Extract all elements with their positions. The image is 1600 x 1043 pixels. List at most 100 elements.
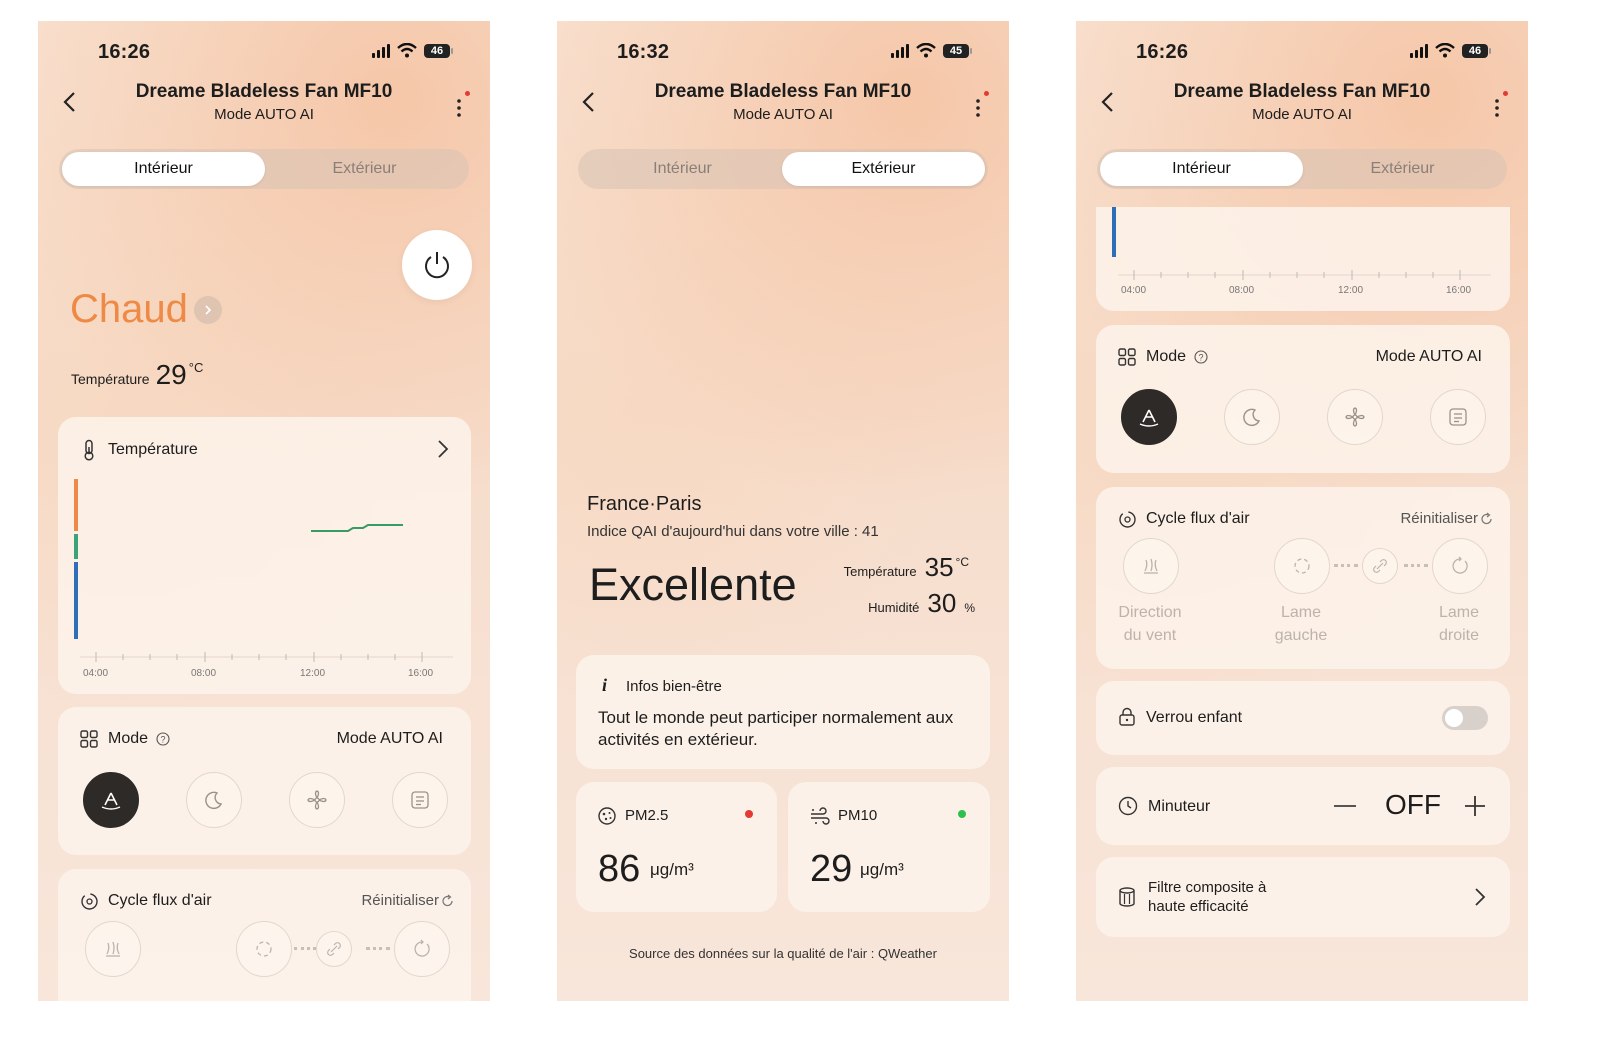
wind-direction-button[interactable] (85, 921, 141, 977)
link-icon (327, 942, 341, 956)
help-icon[interactable]: ? (156, 732, 170, 746)
temperature-unit: °C (188, 360, 204, 375)
device-title: Dreame Bladeless Fan MF10 (654, 81, 912, 102)
link-button[interactable] (1362, 548, 1398, 584)
mode-custom-button[interactable] (392, 772, 448, 828)
link-dots (1334, 564, 1358, 567)
mode-value: Mode AUTO AI (336, 730, 443, 747)
grid-mode-icon (1118, 348, 1136, 366)
signal-icon (372, 43, 390, 58)
tab-interior[interactable]: Intérieur (1100, 152, 1303, 186)
signal-icon (891, 43, 909, 58)
climate-state[interactable]: Chaud (70, 287, 222, 332)
mode-auto-ai-button[interactable] (1121, 389, 1177, 445)
svg-text:?: ? (160, 735, 165, 745)
pm10-unit: μg/m³ (860, 860, 904, 879)
link-button[interactable] (316, 931, 352, 967)
temperature-value: 29 (155, 359, 187, 390)
info-icon: i (602, 675, 608, 695)
temperature-chart-card[interactable]: Température 04:00 08:00 12:00 16:00 (58, 417, 471, 694)
outdoor-temperature-label: Température (843, 564, 917, 579)
wind-dust-icon (811, 807, 830, 825)
child-lock-toggle[interactable] (1442, 706, 1488, 730)
info-title: Infos bien-être (626, 678, 722, 695)
reset-label: Réinitialiser (1400, 510, 1478, 527)
custom-settings-icon (1449, 408, 1467, 426)
mode-fan-button[interactable] (289, 772, 345, 828)
left-blade-button[interactable] (1274, 538, 1330, 594)
mode-auto-ai-button[interactable] (83, 772, 139, 828)
wind-direction-icon (1144, 558, 1158, 574)
power-button[interactable] (402, 230, 472, 300)
status-time: 16:26 (98, 41, 151, 63)
phone-screen-interior: 16:26 46 Dreame Bladeless Fan MF10 Mode … (38, 21, 490, 1001)
moon-icon (205, 791, 223, 810)
timer-decrease-button[interactable] (1334, 805, 1356, 807)
airflow-cycle-icon (81, 893, 98, 910)
temperature-label: Température (71, 371, 150, 387)
mode-fan-button[interactable] (1327, 389, 1383, 445)
notification-dot (465, 91, 470, 96)
moon-icon (1243, 408, 1261, 427)
x-tick-label: 08:00 (1229, 285, 1255, 296)
mode-label: Mode (1146, 348, 1187, 365)
mode-sleep-button[interactable] (186, 772, 242, 828)
auto-ai-icon (1139, 409, 1159, 427)
tab-exterior[interactable]: Extérieur (263, 152, 466, 186)
more-menu-icon[interactable] (975, 97, 981, 119)
mode-sleep-button[interactable] (1224, 389, 1280, 445)
child-lock-label: Verrou enfant (1146, 709, 1243, 726)
right-blade-button[interactable] (1432, 538, 1488, 594)
pm10-status-dot (958, 810, 966, 818)
tab-interior[interactable]: Intérieur (581, 152, 784, 186)
outdoor-temperature-value: 35 (924, 552, 954, 582)
aqi-text: Indice QAI d'aujourd'hui dans votre vill… (587, 523, 879, 540)
airflow-reset-button[interactable]: Réinitialiser (1400, 510, 1494, 527)
signal-icon (1410, 43, 1428, 58)
right-blade-button[interactable] (394, 921, 450, 977)
grid-mode-icon (80, 730, 98, 748)
wifi-icon (916, 43, 936, 58)
pm25-value: 86 (598, 848, 641, 890)
chevron-right-icon (1475, 888, 1486, 906)
left-blade-label: Lame gauche (1274, 604, 1328, 644)
mode-custom-button[interactable] (1430, 389, 1486, 445)
clock-icon (1118, 796, 1138, 816)
help-icon[interactable]: ? (1194, 350, 1208, 364)
filter-row[interactable]: Filtre composite à haute efficacité (1096, 857, 1510, 937)
tab-interior[interactable]: Intérieur (62, 152, 265, 186)
temperature-chart-card-partial: 04:00 08:00 12:00 16:00 (1096, 207, 1510, 311)
pm10-value: 29 (810, 848, 853, 890)
airflow-cycle-icon (1119, 511, 1136, 528)
app-header: Dreame Bladeless Fan MF10 Mode AUTO AI (557, 79, 1009, 129)
more-menu-icon[interactable] (456, 97, 462, 119)
wind-direction-button[interactable] (1123, 538, 1179, 594)
left-blade-button[interactable] (236, 921, 292, 977)
pm25-card: PM2.5 86 μg/m³ (576, 782, 777, 912)
wind-direction-icon (106, 941, 120, 957)
lock-icon (1119, 707, 1135, 726)
status-bar: 16:26 46 (1076, 39, 1528, 65)
scale-band-hot (74, 479, 78, 531)
pm25-label: PM2.5 (625, 807, 669, 824)
tab-exterior[interactable]: Extérieur (782, 152, 985, 186)
scale-band-cold (1112, 207, 1116, 257)
reset-icon (1481, 512, 1492, 524)
device-mode-subtitle: Mode AUTO AI (733, 106, 833, 123)
more-menu-icon[interactable] (1494, 97, 1500, 119)
tab-exterior[interactable]: Extérieur (1301, 152, 1504, 186)
outdoor-temperature-unit: °C (955, 555, 969, 569)
data-source-note: Source des données sur la qualité de l'a… (629, 946, 937, 961)
power-icon (425, 252, 449, 279)
device-mode-subtitle: Mode AUTO AI (214, 106, 314, 123)
rotate-right-icon (1452, 556, 1468, 574)
link-dots (1404, 564, 1428, 567)
plus-icon[interactable] (1464, 795, 1486, 817)
airflow-reset-button[interactable]: Réinitialiser (361, 892, 455, 909)
link-dots (294, 947, 316, 950)
device-title: Dreame Bladeless Fan MF10 (135, 81, 393, 102)
mode-card: Mode ? Mode AUTO AI (58, 707, 471, 855)
x-tick-label: 04:00 (83, 668, 109, 679)
status-bar: 16:26 46 (38, 39, 490, 65)
humidity-label: Humidité (868, 600, 920, 615)
